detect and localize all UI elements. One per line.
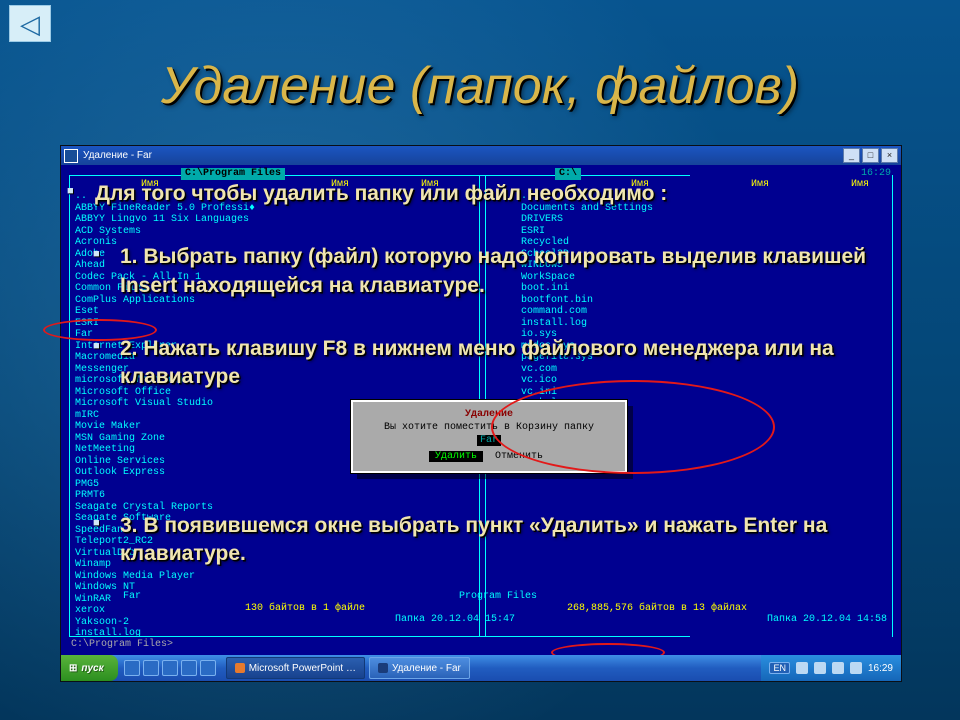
bullet: 2. Нажать клавишу F8 в нижнем меню файло… [55,335,920,392]
ql-icon[interactable] [181,660,197,676]
language-indicator[interactable]: EN [769,662,790,674]
tray-icon[interactable] [814,662,826,674]
tray-icon[interactable] [850,662,862,674]
window-titlebar: Удаление - Far _ □ × [61,146,901,165]
taskbar-item-powerpoint[interactable]: Microsoft PowerPoint … [226,657,365,679]
start-button[interactable]: ⊞ пуск [61,655,118,681]
triangle-left-icon: ◁ [20,11,40,37]
bullet: Для того чтобы удалить папку или файл не… [55,180,920,208]
taskbar-item-far[interactable]: Удаление - Far [369,657,470,679]
far-icon [378,663,388,673]
command-prompt[interactable]: C:\Program Files> [71,639,173,651]
ql-icon[interactable] [143,660,159,676]
right-panel-path: C:\ [555,168,581,180]
tray-icon[interactable] [832,662,844,674]
left-panel-path: C:\Program Files [181,168,285,180]
system-tray[interactable]: EN 16:29 [761,655,901,681]
ppt-icon [235,663,245,673]
slide-title: Удаление (папок, файлов) [0,0,960,116]
close-icon[interactable]: × [881,148,898,163]
ql-icon[interactable] [200,660,216,676]
maximize-icon[interactable]: □ [862,148,879,163]
window-title-text: Удаление - Far [83,150,152,161]
quick-launch[interactable] [118,660,222,676]
minimize-icon[interactable]: _ [843,148,860,163]
tray-clock: 16:29 [868,663,893,674]
tray-icon[interactable] [796,662,808,674]
app-icon [64,149,78,163]
windows-flag-icon: ⊞ [69,663,77,674]
slide: ◁ Удаление (папок, файлов) Удаление - Fa… [0,0,960,720]
window-controls: _ □ × [843,148,898,163]
bullet: 3. В появившемся окне выбрать пункт «Уда… [55,512,920,569]
clock: 16:29 [861,168,891,180]
slide-body: Для того чтобы удалить папку или файл не… [55,180,920,603]
taskbar: ⊞ пуск Microsoft PowerPoint … Удаление -… [61,655,901,681]
ql-icon[interactable] [124,660,140,676]
bullet: 1. Выбрать папку (файл) которую надо коп… [55,243,920,300]
back-button[interactable]: ◁ [9,5,51,42]
ql-icon[interactable] [162,660,178,676]
